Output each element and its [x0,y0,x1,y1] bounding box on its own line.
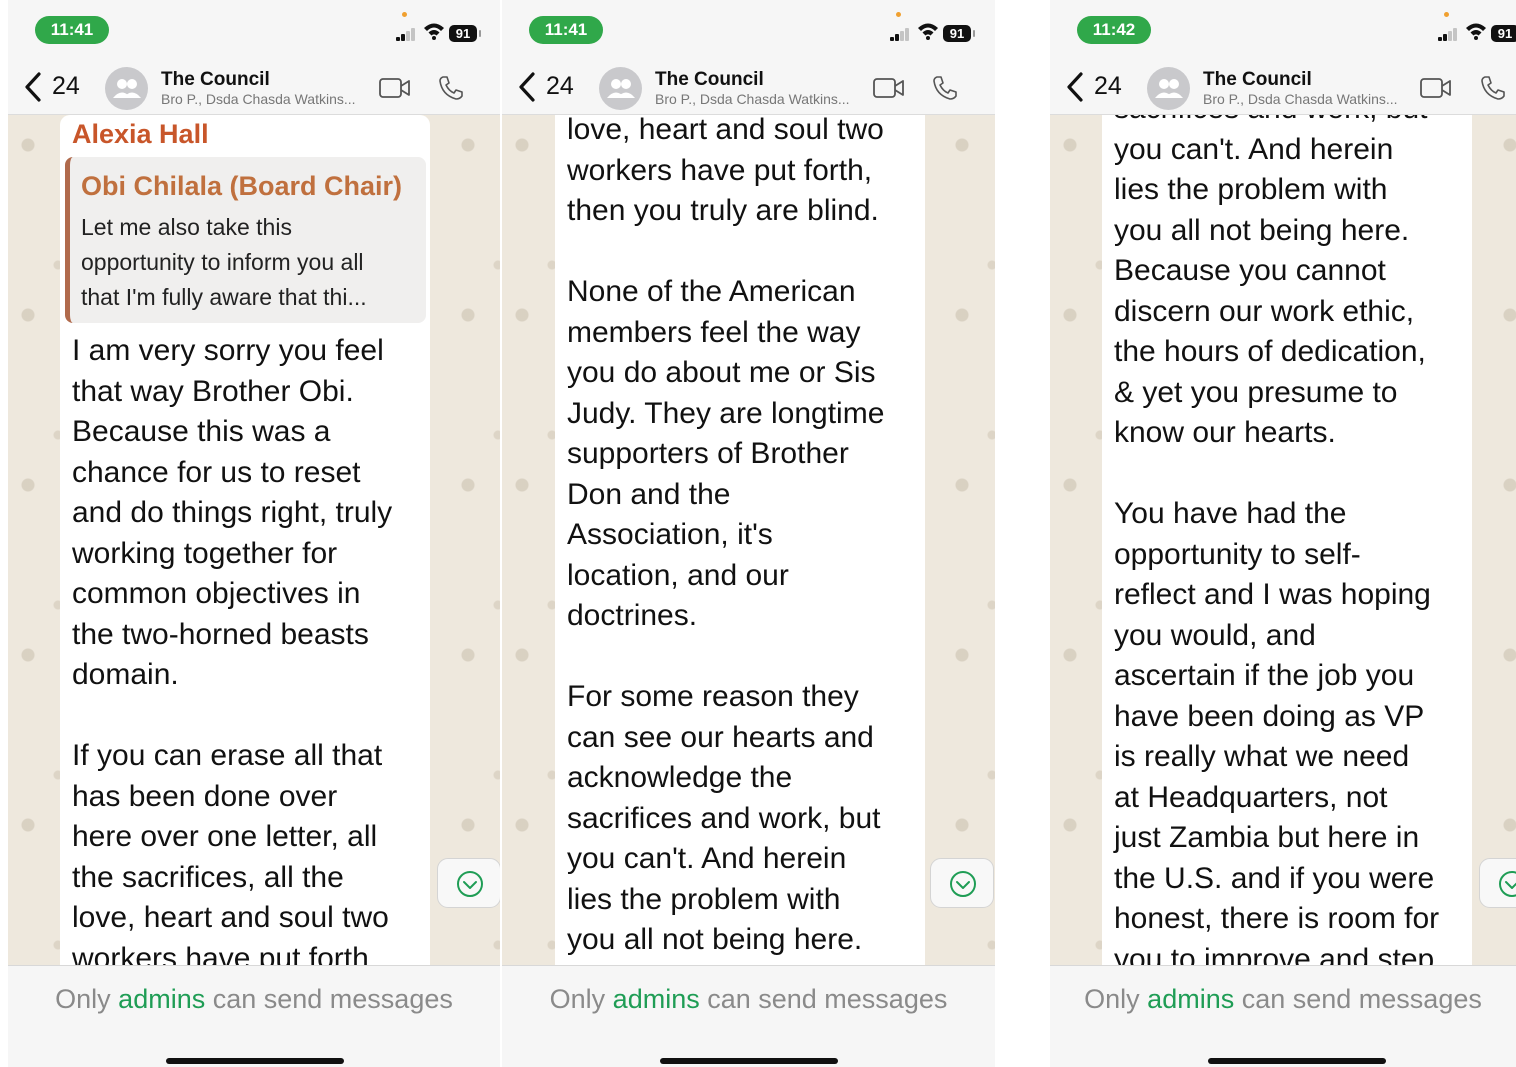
screenshot-panel-3: 11:42 91 24 The Council Bro P., Dsda Cha… [1050,0,1516,1067]
status-bar: 11:41 91 [502,0,995,60]
privacy-indicator [896,12,901,17]
privacy-indicator [402,12,407,17]
home-indicator[interactable] [1208,1058,1386,1064]
video-camera-icon[interactable] [1420,77,1452,99]
back-button-count[interactable]: 24 [546,72,574,101]
chat-messages[interactable]: love, heart and soul two workers have pu… [502,115,995,965]
admins-link[interactable]: admins [1147,984,1234,1014]
chat-header: 24 The Council Bro P., Dsda Chasda Watki… [1050,60,1516,115]
admins-link[interactable]: admins [613,984,700,1014]
screenshot-panel-2: 11:41 91 24 The Council Bro P., Dsda Cha… [502,0,995,1067]
quoted-text: Let me also take this opportunity to inf… [81,214,367,310]
chat-messages[interactable]: Alexia Hall Obi Chilala (Board Chair) Le… [8,115,500,965]
chat-messages[interactable]: sacrifices and work, but you can't. And … [1050,115,1516,965]
battery-icon: 91 [449,25,481,42]
group-avatar[interactable] [105,67,148,110]
cellular-signal-icon [396,27,418,41]
chevron-left-icon[interactable] [1064,71,1086,103]
message-text: love, heart and soul two workers have pu… [567,115,885,956]
chevron-left-icon[interactable] [22,71,44,103]
wifi-icon [424,23,444,40]
group-icon [113,79,141,98]
video-camera-icon[interactable] [379,77,411,99]
message-bubble: sacrifices and work, but you can't. And … [1102,115,1472,965]
quoted-author: Obi Chilala (Board Chair) [81,171,403,201]
scroll-to-bottom-button[interactable] [930,858,994,908]
message-text: I am very sorry you feel that way Brothe… [72,334,393,965]
status-time: 11:41 [35,16,109,44]
quoted-message[interactable]: Obi Chilala (Board Chair) Let me also ta… [65,157,426,323]
message-text: sacrifices and work, but you can't. And … [1114,115,1440,965]
chat-members[interactable]: Bro P., Dsda Chasda Watkins... [1203,91,1415,107]
admins-only-notice: Only admins can send messages [1084,984,1482,1014]
group-icon [1155,79,1183,98]
home-indicator[interactable] [660,1058,838,1064]
message-bubble: love, heart and soul two workers have pu… [555,115,925,965]
wifi-icon [918,23,938,40]
chat-title[interactable]: The Council [655,69,764,91]
chevron-down-circle-icon [1499,871,1516,897]
composer-disabled-bar: Only admins can send messages [8,965,500,1067]
status-time: 11:41 [529,16,603,44]
chevron-down-circle-icon [457,871,483,897]
privacy-indicator [1444,12,1449,17]
scroll-to-bottom-button[interactable] [1479,858,1516,908]
wifi-icon [1466,23,1486,40]
chat-members[interactable]: Bro P., Dsda Chasda Watkins... [655,91,867,107]
cellular-signal-icon [890,27,912,41]
chevron-left-icon[interactable] [516,71,538,103]
admins-only-notice: Only admins can send messages [549,984,948,1014]
phone-icon[interactable] [932,75,958,101]
admins-only-notice: Only admins can send messages [55,984,453,1014]
group-avatar[interactable] [599,67,642,110]
chat-title[interactable]: The Council [161,69,270,91]
battery-icon: 91 [943,25,975,42]
back-button-count[interactable]: 24 [1094,72,1122,101]
admins-link[interactable]: admins [118,984,205,1014]
screenshot-panel-1: 11:41 91 24 The Council Bro P., Dsda Cha… [8,0,500,1067]
video-camera-icon[interactable] [873,77,905,99]
chat-header: 24 The Council Bro P., Dsda Chasda Watki… [8,60,500,115]
group-avatar[interactable] [1147,67,1190,110]
cellular-signal-icon [1438,27,1460,41]
group-icon [607,79,635,98]
chevron-down-circle-icon [950,871,976,897]
status-bar: 11:41 91 [8,0,500,60]
chat-members[interactable]: Bro P., Dsda Chasda Watkins... [161,91,373,107]
chat-title[interactable]: The Council [1203,69,1312,91]
chat-header: 24 The Council Bro P., Dsda Chasda Watki… [502,60,995,115]
scroll-to-bottom-button[interactable] [437,858,500,908]
composer-disabled-bar: Only admins can send messages [502,965,995,1067]
composer-disabled-bar: Only admins can send messages [1050,965,1516,1067]
sender-name: Alexia Hall [72,119,209,149]
status-time: 11:42 [1077,16,1151,44]
phone-icon[interactable] [1480,75,1506,101]
phone-icon[interactable] [438,75,464,101]
back-button-count[interactable]: 24 [52,72,80,101]
home-indicator[interactable] [166,1058,344,1064]
status-bar: 11:42 91 [1050,0,1516,60]
message-bubble: Alexia Hall Obi Chilala (Board Chair) Le… [60,115,430,965]
battery-icon: 91 [1491,25,1516,42]
